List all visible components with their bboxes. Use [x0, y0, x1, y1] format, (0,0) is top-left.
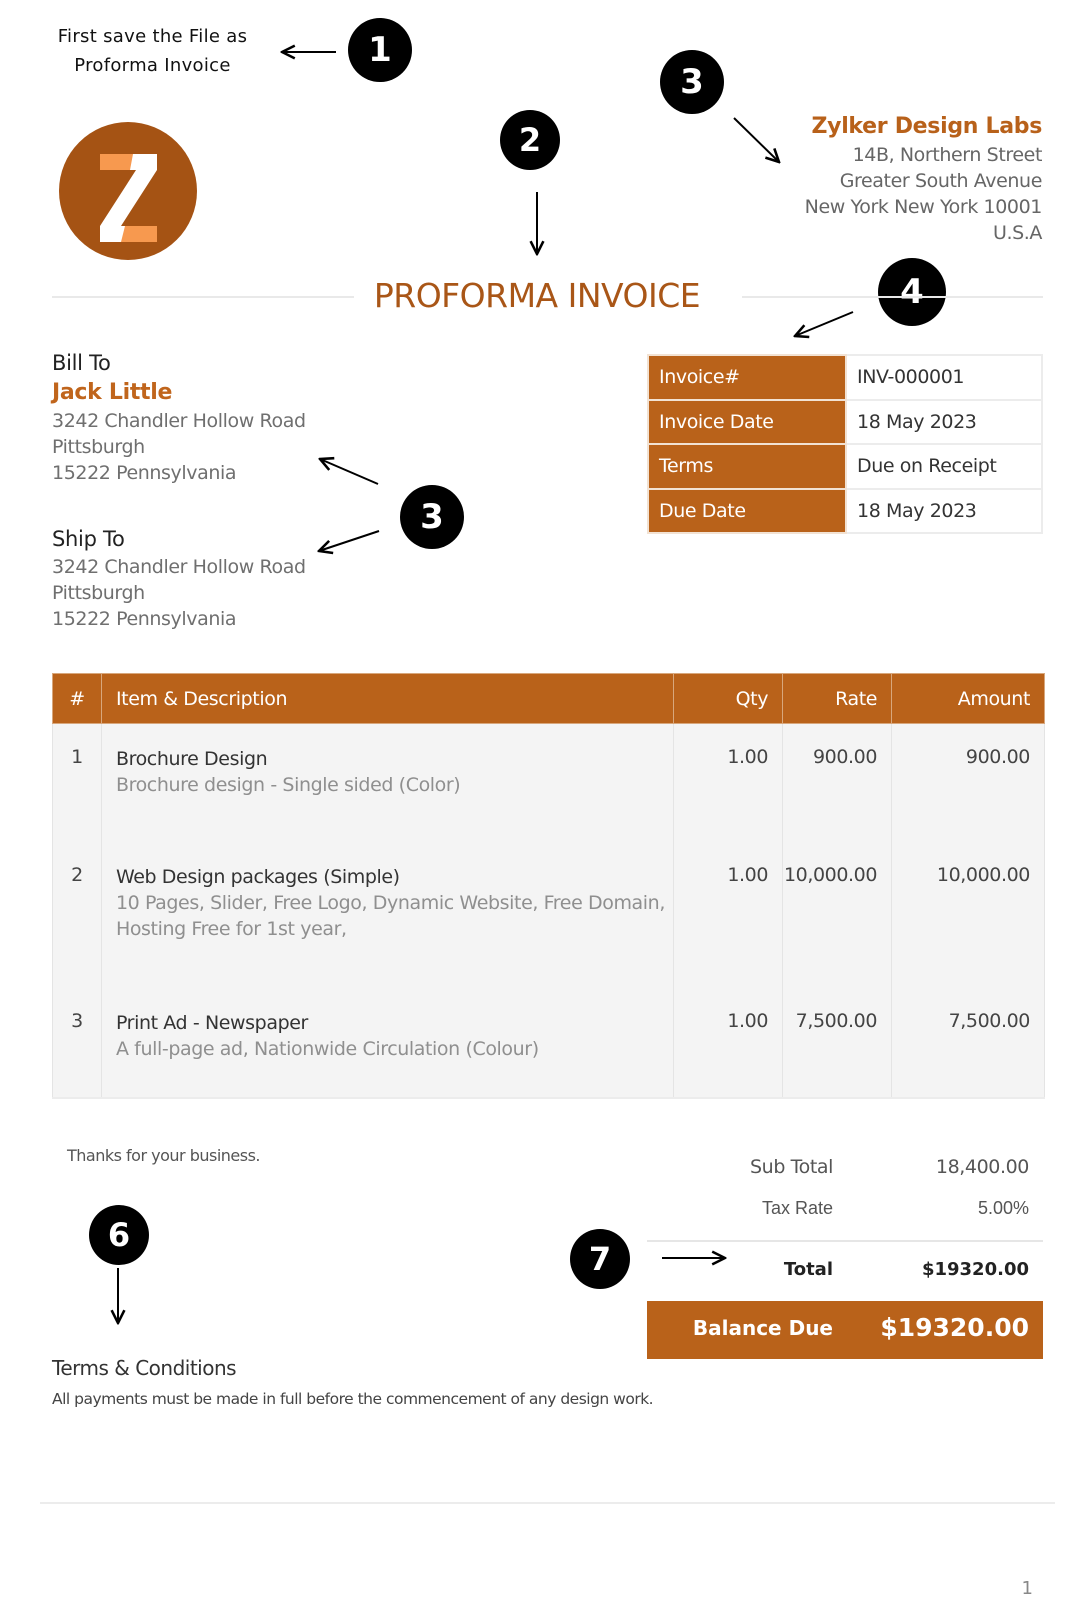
callout-1: 1	[348, 18, 412, 82]
title-divider-right	[742, 296, 1043, 298]
item-description: Brochure design - Single sided (Color)	[115, 774, 461, 796]
company-address-line: 14B, Northern Street	[852, 144, 1043, 166]
title-divider-left	[52, 296, 354, 298]
ship-to-block: Ship To 3242 Chandler Hollow Road Pittsb…	[52, 524, 306, 632]
table-row: 3 Print Ad - Newspaper A full-page ad, N…	[52, 987, 1045, 1099]
ship-to-address-line: 3242 Chandler Hollow Road	[52, 556, 306, 578]
terms-text: All payments must be made in full before…	[52, 1390, 654, 1408]
invoice-date-label: Invoice Date	[647, 398, 847, 445]
table-header-row: # Item & Description Qty Rate Amount	[52, 673, 1045, 724]
callout-6: 6	[89, 1205, 149, 1265]
company-address-line: New York New York 10001	[804, 196, 1043, 218]
callout-4: 4	[878, 258, 946, 326]
callout-7: 7	[570, 1229, 630, 1289]
row-number: 2	[52, 841, 102, 988]
row-qty: 1.00	[673, 987, 784, 1099]
row-item-cell: Web Design packages (Simple) 10 Pages, S…	[100, 841, 675, 988]
invoice-details-table: Invoice# INV-000001 Invoice Date 18 May …	[647, 354, 1043, 534]
balance-due-label: Balance Due	[692, 1316, 833, 1340]
callout-2: 2	[500, 110, 560, 170]
company-name: Zylker Design Labs	[811, 114, 1043, 139]
bill-to-address-line: 15222 Pennsylvania	[52, 462, 237, 484]
page-title: PROFORMA INVOICE	[373, 276, 701, 315]
terms-heading: Terms & Conditions	[52, 1356, 237, 1380]
column-header-qty: Qty	[673, 673, 784, 724]
footer-divider	[40, 1502, 1055, 1504]
row-item-cell: Print Ad - Newspaper A full-page ad, Nat…	[100, 987, 675, 1099]
invoice-details-row: Invoice# INV-000001	[647, 354, 1043, 401]
line-items-table: # Item & Description Qty Rate Amount 1 B…	[52, 673, 1045, 1099]
totals-divider	[647, 1240, 1043, 1242]
invoice-details-row: Invoice Date 18 May 2023	[647, 398, 1043, 445]
table-row: 2 Web Design packages (Simple) 10 Pages,…	[52, 841, 1045, 988]
tax-rate-value: 5.00%	[977, 1198, 1029, 1218]
row-item-cell: Brochure Design Brochure design - Single…	[100, 723, 675, 842]
instruction-line-1: First save the File as	[57, 26, 248, 47]
row-amount: 10,000.00	[891, 841, 1045, 988]
terms-value: Due on Receipt	[845, 443, 1043, 490]
notes-text: Thanks for your business.	[67, 1146, 261, 1165]
z-logo-icon	[59, 122, 197, 260]
due-date-label: Due Date	[647, 487, 847, 534]
sub-total-value: 18,400.00	[935, 1156, 1030, 1178]
callout-3-addresses: 3	[400, 485, 464, 549]
arrow-3-company	[733, 117, 779, 162]
row-qty: 1.00	[673, 723, 784, 842]
callout-3-company: 3	[660, 50, 724, 114]
row-number: 1	[52, 723, 102, 842]
total-value: $19320.00	[921, 1259, 1029, 1280]
instruction-note: First save the File as Proforma Invoice	[40, 22, 265, 80]
row-qty: 1.00	[673, 841, 784, 988]
arrow-3-shipto	[319, 530, 380, 551]
column-header-number: #	[52, 673, 102, 724]
item-name: Print Ad - Newspaper	[115, 1011, 308, 1034]
ship-to-address-line: Pittsburgh	[52, 582, 145, 604]
row-amount: 7,500.00	[891, 987, 1045, 1099]
item-description: 10 Pages, Slider, Free Logo, Dynamic Web…	[115, 891, 665, 940]
item-description: A full-page ad, Nationwide Circulation (…	[115, 1037, 539, 1060]
row-rate: 900.00	[782, 723, 893, 842]
row-amount: 900.00	[891, 723, 1045, 842]
bill-to-address-line: Pittsburgh	[52, 436, 145, 458]
invoice-details-row: Due Date 18 May 2023	[647, 487, 1043, 534]
row-rate: 7,500.00	[782, 987, 893, 1099]
item-name: Brochure Design	[115, 748, 268, 770]
row-number: 3	[52, 987, 102, 1099]
invoice-date-value: 18 May 2023	[845, 398, 1043, 445]
arrow-4	[795, 311, 854, 336]
sub-total-label: Sub Total	[750, 1156, 833, 1178]
company-address-line: U.S.A	[992, 222, 1042, 244]
tax-rate-label: Tax Rate	[761, 1198, 833, 1218]
bill-to-heading: Bill To	[52, 351, 111, 375]
invoice-number-label: Invoice#	[647, 354, 847, 401]
ship-to-heading: Ship To	[52, 527, 125, 551]
company-info: Zylker Design Labs 14B, Northern Street …	[804, 112, 1043, 246]
row-rate: 10,000.00	[782, 841, 893, 988]
terms-label: Terms	[647, 443, 847, 490]
invoice-details-row: Terms Due on Receipt	[647, 443, 1043, 490]
ship-to-address-line: 15222 Pennsylvania	[52, 608, 237, 630]
instruction-line-2: Proforma Invoice	[74, 55, 231, 76]
due-date-value: 18 May 2023	[845, 487, 1043, 534]
bill-to-address-line: 3242 Chandler Hollow Road	[52, 410, 306, 432]
invoice-number-value: INV-000001	[845, 354, 1043, 401]
company-address-line: Greater South Avenue	[839, 170, 1043, 192]
balance-due-value: $19320.00	[880, 1313, 1029, 1342]
balance-due-bar: Balance Due $19320.00	[647, 1301, 1043, 1359]
item-name: Web Design packages (Simple)	[115, 865, 400, 888]
table-row: 1 Brochure Design Brochure design - Sing…	[52, 723, 1045, 842]
column-header-amount: Amount	[891, 673, 1045, 724]
customer-name: Jack Little	[52, 380, 173, 405]
page-number: 1	[1021, 1578, 1033, 1599]
bill-to-block: Bill To Jack Little 3242 Chandler Hollow…	[52, 348, 306, 486]
total-label: Total	[783, 1259, 833, 1280]
column-header-rate: Rate	[782, 673, 893, 724]
arrow-3-billto	[320, 459, 379, 485]
column-header-item: Item & Description	[100, 673, 675, 724]
